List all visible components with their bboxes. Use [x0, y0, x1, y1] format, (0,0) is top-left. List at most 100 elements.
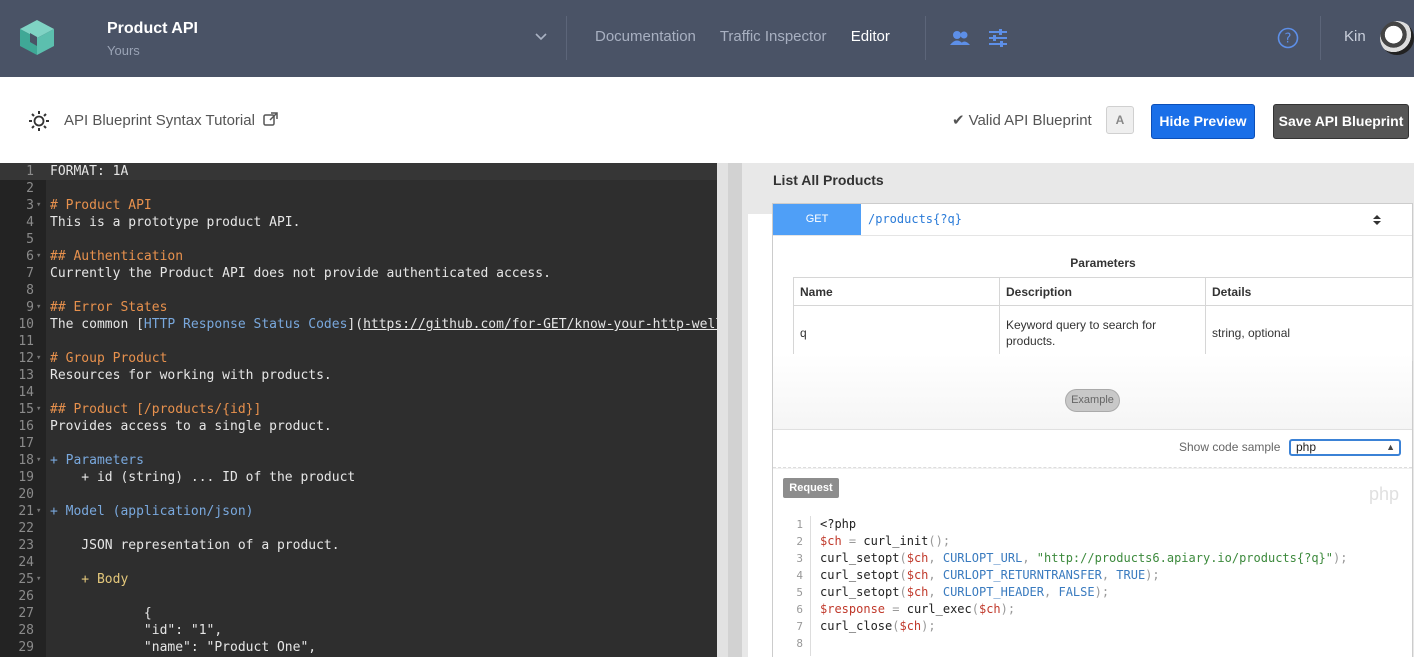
column-header: Details — [1205, 277, 1413, 306]
editor-line[interactable]: 1 FORMAT: 1A — [0, 163, 717, 180]
code-sample-label: Show code sample — [1179, 440, 1281, 454]
editor-line[interactable]: 28 "id": "1", — [0, 622, 717, 639]
project-owner: Yours — [107, 43, 140, 58]
snippet-code: $response = curl_exec($ch); — [820, 602, 1016, 616]
chevron-down-icon[interactable] — [534, 29, 548, 43]
line-text: Currently the Product API does not provi… — [50, 266, 551, 281]
line-number: 21 — [18, 504, 34, 519]
snippet-code: curl_setopt($ch, CURLOPT_URL, "http://pr… — [820, 551, 1348, 565]
fold-toggle-icon[interactable]: ▾ — [36, 299, 41, 316]
pane-splitter[interactable] — [717, 163, 728, 657]
link-url[interactable]: https://github.com/for-GET/know-your-htt… — [363, 317, 717, 332]
editor-line[interactable]: 23 JSON representation of a product. — [0, 537, 717, 554]
editor-line[interactable]: 9 ▾ ## Error States — [0, 299, 717, 316]
fold-toggle-icon[interactable]: ▾ — [36, 350, 41, 367]
code-variable: $ch — [906, 568, 929, 582]
editor-line[interactable]: 21 ▾ + Model (application/json) — [0, 503, 717, 520]
font-size-button[interactable]: A — [1106, 106, 1134, 134]
line-text: + Model (application/json) — [50, 504, 254, 519]
line-number: 6 — [26, 249, 34, 264]
snippet-line: 3 curl_setopt($ch, CURLOPT_URL, "http://p… — [783, 550, 1403, 567]
editor-line[interactable]: 17 — [0, 435, 717, 452]
editor-line[interactable]: 13 Resources for working with products. — [0, 367, 717, 384]
fold-toggle-icon[interactable]: ▾ — [36, 401, 41, 418]
editor-line[interactable]: 3 ▾ # Product API — [0, 197, 717, 214]
fold-toggle-icon[interactable]: ▾ — [36, 571, 41, 588]
code-operator: = — [841, 534, 864, 548]
code-sample-select[interactable]: php ▲ — [1289, 439, 1401, 456]
snippet-line: 1 <?php — [783, 516, 1403, 533]
line-text: ## Error States — [50, 300, 168, 315]
editor-line[interactable]: 14 — [0, 384, 717, 401]
code-function: curl_exec — [906, 602, 972, 616]
editor-line[interactable]: 4 This is a prototype product API. — [0, 214, 717, 231]
user-name[interactable]: Kin — [1344, 28, 1366, 45]
editor-line[interactable]: 12 ▾ # Group Product — [0, 350, 717, 367]
code-constant: FALSE — [1058, 585, 1095, 599]
editor-line[interactable]: 25 ▾ + Body — [0, 571, 717, 588]
endpoint-path[interactable]: /products{?q} — [868, 212, 962, 226]
line-number: 27 — [18, 606, 34, 621]
project-name: Product API — [107, 20, 198, 37]
divider — [773, 235, 1412, 236]
editor-line[interactable]: 24 — [0, 554, 717, 571]
editor-line[interactable]: 8 — [0, 282, 717, 299]
example-button[interactable]: Example — [1065, 389, 1120, 412]
editor-line[interactable]: 7 Currently the Product API does not prov… — [0, 265, 717, 282]
code-function: curl_setopt — [820, 551, 900, 565]
nav-traffic-inspector[interactable]: Traffic Inspector — [720, 28, 827, 45]
editor-line[interactable]: 18 ▾ + Parameters — [0, 452, 717, 469]
line-number: 11 — [18, 334, 34, 349]
editor-line[interactable]: 15 ▾ ## Product [/products/{id}] — [0, 401, 717, 418]
snippet-code: curl_setopt($ch, CURLOPT_RETURNTRANSFER,… — [820, 568, 1160, 582]
gear-icon[interactable] — [28, 110, 50, 132]
fold-toggle-icon[interactable]: ▾ — [36, 503, 41, 520]
save-blueprint-button[interactable]: Save API Blueprint — [1273, 104, 1409, 139]
tutorial-link[interactable]: API Blueprint Syntax Tutorial — [64, 112, 278, 129]
line-number: 7 — [26, 266, 34, 281]
line-text: FORMAT: 1A — [50, 164, 129, 179]
editor-line[interactable]: 10 The common [HTTP Response Status Codes… — [0, 316, 717, 333]
editor-line[interactable]: 16 Provides access to a single product. — [0, 418, 717, 435]
editor-line[interactable]: 2 — [0, 180, 717, 197]
editor-line[interactable]: 5 — [0, 231, 717, 248]
editor-line[interactable]: 19 + id (string) ... ID of the product — [0, 469, 717, 486]
apiary-logo-icon[interactable] — [18, 18, 56, 56]
snippet-line: 6 $response = curl_exec($ch); — [783, 601, 1403, 618]
editor-line[interactable]: 26 — [0, 588, 717, 605]
code-editor[interactable]: 1 FORMAT: 1A 2 3 ▾ # Product API 4 This is a pr… — [0, 163, 717, 657]
project-switcher[interactable]: Product API Yours — [107, 20, 198, 58]
line-text: + Body — [50, 572, 129, 587]
team-icon[interactable] — [949, 27, 971, 49]
line-text: { — [50, 606, 152, 621]
editor-line[interactable]: 6 ▾ ## Authentication — [0, 248, 717, 265]
param-description: Keyword query to search for products. — [999, 305, 1206, 361]
code-constant: CURLOPT_RETURNTRANSFER — [942, 568, 1102, 582]
request-badge[interactable]: Request — [783, 478, 839, 498]
external-link-icon — [263, 112, 278, 126]
sort-toggle-icon[interactable] — [1371, 213, 1383, 227]
table-row: q Keyword query to search for products. … — [793, 305, 1413, 361]
line-text: "id": "1", — [50, 623, 223, 638]
settings-sliders-icon[interactable] — [987, 27, 1009, 49]
snippet-line: 7 curl_close($ch); — [783, 618, 1403, 635]
fold-toggle-icon[interactable]: ▾ — [36, 248, 41, 265]
hide-preview-button[interactable]: Hide Preview — [1151, 104, 1255, 139]
method-badge[interactable]: GET — [773, 204, 861, 235]
avatar[interactable] — [1380, 21, 1414, 55]
editor-line[interactable]: 11 — [0, 333, 717, 350]
help-icon[interactable]: ? — [1277, 27, 1299, 49]
nav-documentation[interactable]: Documentation — [595, 28, 696, 45]
editor-line[interactable]: 27 { — [0, 605, 717, 622]
line-number: 2 — [26, 181, 34, 196]
line-number: 20 — [18, 487, 34, 502]
editor-line[interactable]: 29 "name": "Product One", — [0, 639, 717, 656]
editor-line[interactable]: 20 — [0, 486, 717, 503]
fold-toggle-icon[interactable]: ▾ — [36, 197, 41, 214]
line-number: 2 — [796, 535, 803, 548]
editor-line[interactable]: 22 — [0, 520, 717, 537]
preview-scrollbar[interactable] — [728, 163, 742, 657]
nav-editor[interactable]: Editor — [851, 28, 890, 45]
code-punct: (); — [928, 534, 951, 548]
fold-toggle-icon[interactable]: ▾ — [36, 452, 41, 469]
